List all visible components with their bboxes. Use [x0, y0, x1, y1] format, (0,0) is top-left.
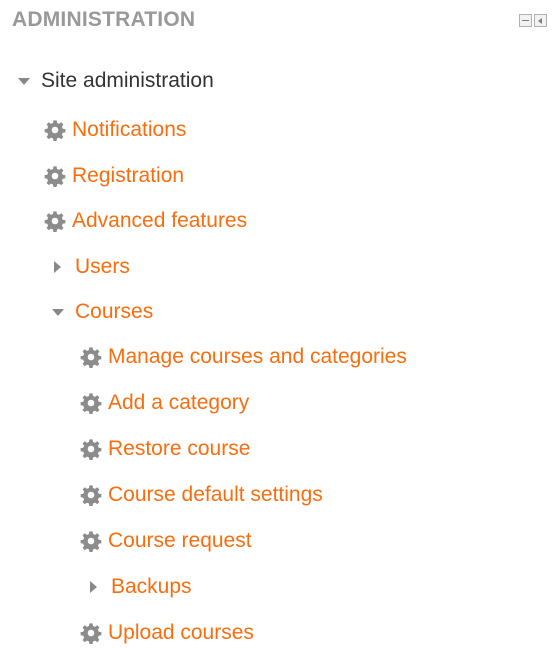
gear-icon	[80, 484, 102, 506]
chevron-right-icon[interactable]	[50, 259, 66, 275]
gear-icon	[80, 622, 102, 644]
tree-item-registration[interactable]: Registration	[44, 161, 184, 191]
tree-item-advanced-features[interactable]: Advanced features	[44, 206, 247, 236]
tree-item-label[interactable]: Manage courses and categories	[108, 342, 407, 372]
tree-item-label[interactable]: Backups	[111, 572, 192, 602]
tree-item-label[interactable]: Courses	[75, 297, 153, 327]
gear-icon	[80, 530, 102, 552]
chevron-down-icon[interactable]	[50, 304, 66, 320]
gear-icon	[44, 119, 66, 141]
tree-item-restore-course[interactable]: Restore course	[80, 434, 250, 464]
tree-item-label[interactable]: Registration	[72, 161, 184, 191]
block-header: ADMINISTRATION	[12, 6, 547, 38]
gear-icon	[44, 165, 66, 187]
dock-icon[interactable]	[534, 14, 547, 27]
tree-item-label: Site administration	[41, 69, 214, 92]
gear-icon	[80, 392, 102, 414]
tree-item-label[interactable]: Add a category	[108, 388, 249, 418]
tree-item-label[interactable]: Upload courses	[108, 618, 254, 648]
tree-item-course-default-settings[interactable]: Course default settings	[80, 480, 323, 510]
tree-item-label[interactable]: Course default settings	[108, 480, 323, 510]
tree-item-users[interactable]: Users	[50, 252, 130, 282]
chevron-down-icon[interactable]	[16, 73, 32, 89]
tree-item-course-request[interactable]: Course request	[80, 526, 252, 556]
tree-item-label[interactable]: Advanced features	[72, 206, 247, 236]
tree-item-backups[interactable]: Backups	[86, 572, 192, 602]
minus-icon[interactable]	[519, 14, 532, 27]
gear-icon	[80, 346, 102, 368]
tree-item-label[interactable]: Users	[75, 252, 130, 282]
gear-icon	[80, 438, 102, 460]
tree-item-label[interactable]: Notifications	[72, 115, 186, 145]
tree-item-label[interactable]: Restore course	[108, 434, 250, 464]
tree-item-site-administration[interactable]: Site administration	[16, 66, 214, 96]
tree-item-label[interactable]: Course request	[108, 526, 252, 556]
tree-item-upload-courses[interactable]: Upload courses	[80, 618, 254, 648]
block-title: ADMINISTRATION	[12, 8, 196, 31]
chevron-right-icon[interactable]	[86, 579, 102, 595]
tree-item-notifications[interactable]: Notifications	[44, 115, 186, 145]
tree-item-courses[interactable]: Courses	[50, 297, 153, 327]
block-controls	[519, 14, 547, 27]
gear-icon	[44, 210, 66, 232]
tree-item-manage-courses[interactable]: Manage courses and categories	[80, 342, 407, 372]
tree-item-add-category[interactable]: Add a category	[80, 388, 249, 418]
